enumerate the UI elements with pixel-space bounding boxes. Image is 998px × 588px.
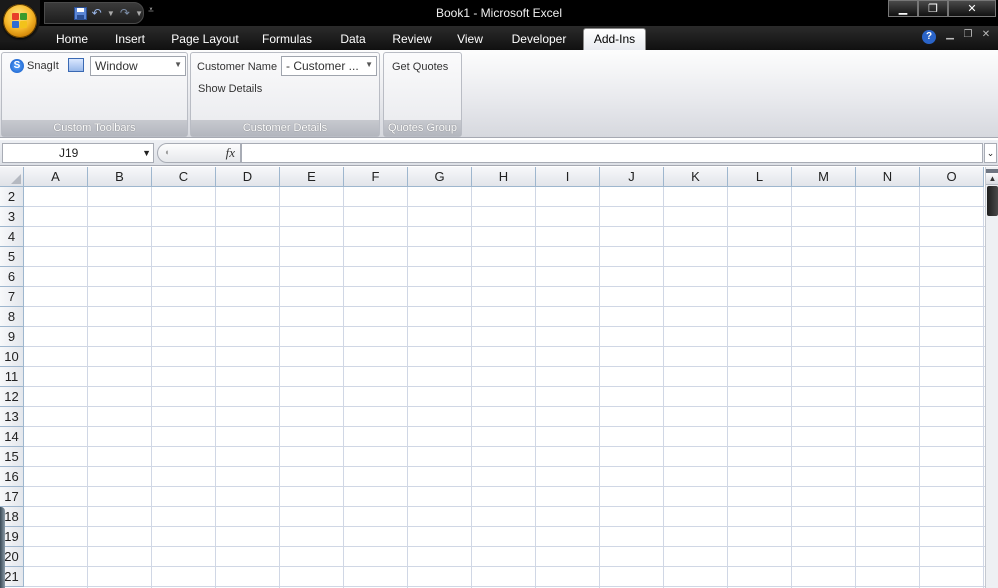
customer-combo[interactable]: - Customer ... ▼ [281, 56, 377, 76]
workbook-close-icon[interactable]: ✕ [978, 29, 994, 40]
row-header-9[interactable]: 9 [0, 327, 24, 347]
help-icon[interactable]: ? [922, 30, 936, 44]
chevron-down-icon: ▼ [174, 60, 182, 69]
group-customer-details: Customer Name - Customer ... ▼ Show Deta… [190, 52, 380, 137]
side-panel-handle[interactable] [0, 507, 5, 588]
window-combo[interactable]: Window ▼ [90, 56, 186, 76]
minimize-button[interactable]: ▁ [888, 0, 918, 17]
row-header-8[interactable]: 8 [0, 307, 24, 327]
get-quotes-button[interactable]: Get Quotes [392, 61, 448, 73]
column-header-o[interactable]: O [920, 167, 984, 187]
office-button[interactable] [3, 4, 37, 38]
show-details-button[interactable]: Show Details [198, 83, 262, 95]
customer-name-label: Customer Name [197, 61, 278, 73]
column-header-n[interactable]: N [856, 167, 920, 187]
group-custom-toolbars: S SnagIt Window ▼ Custom Toolbars [1, 52, 188, 137]
tab-review[interactable]: Review [386, 31, 438, 50]
column-header-h[interactable]: H [472, 167, 536, 187]
column-header-j[interactable]: J [600, 167, 664, 187]
formula-input[interactable] [241, 143, 983, 163]
row-header-15[interactable]: 15 [0, 447, 24, 467]
close-button[interactable]: ✕ [948, 0, 996, 17]
resize-grip-icon[interactable]: ◖ [164, 147, 172, 159]
worksheet: ABCDEFGHIJKLMNO 2 3 4 5 6 7 8 9 10 11 12 13 14 15 16 17… [0, 167, 985, 588]
capture-icon[interactable] [68, 58, 84, 72]
chevron-down-icon[interactable]: ▼ [142, 144, 151, 162]
title-bar: ↶ ▼ ↷ ▼ ⩡ Book1 - Microsoft Excel ▁ ❐ ✕ [0, 0, 998, 26]
ribbon-tab-bar: Home Insert Page Layout Formulas Data Re… [0, 26, 998, 50]
row-header-3[interactable]: 3 [0, 207, 24, 227]
row-header-10[interactable]: 10 [0, 347, 24, 367]
tab-page-layout[interactable]: Page Layout [164, 31, 246, 50]
row-header-11[interactable]: 11 [0, 367, 24, 387]
formula-bar: J19 ▼ ◖ fx ⌄ [0, 140, 998, 166]
column-header-d[interactable]: D [216, 167, 280, 187]
restore-button[interactable]: ❐ [918, 0, 948, 17]
tab-insert[interactable]: Insert [106, 31, 154, 50]
expand-formula-bar-icon[interactable]: ⌄ [984, 143, 997, 163]
cell-grid[interactable] [24, 187, 985, 588]
name-box[interactable]: J19 ▼ [2, 143, 154, 163]
column-header-l[interactable]: L [728, 167, 792, 187]
group-label: Quotes Group [384, 120, 461, 136]
tab-add-ins[interactable]: Add-Ins [583, 28, 646, 50]
row-header-16[interactable]: 16 [0, 467, 24, 487]
scroll-up-icon[interactable]: ▲ [986, 173, 998, 185]
column-header-i[interactable]: I [536, 167, 600, 187]
column-header-g[interactable]: G [408, 167, 472, 187]
scroll-thumb[interactable] [987, 186, 998, 216]
row-header-13[interactable]: 13 [0, 407, 24, 427]
row-header-17[interactable]: 17 [0, 487, 24, 507]
column-header-m[interactable]: M [792, 167, 856, 187]
column-header-c[interactable]: C [152, 167, 216, 187]
group-quotes: Get Quotes Quotes Group [383, 52, 462, 137]
vertical-scrollbar[interactable]: ▲ [985, 167, 998, 588]
column-header-f[interactable]: F [344, 167, 408, 187]
tab-developer[interactable]: Developer [505, 31, 573, 50]
row-header-14[interactable]: 14 [0, 427, 24, 447]
column-header-k[interactable]: K [664, 167, 728, 187]
formula-tools: ◖ fx [157, 143, 241, 163]
tab-formulas[interactable]: Formulas [256, 31, 318, 50]
row-header-4[interactable]: 4 [0, 227, 24, 247]
chevron-down-icon: ▼ [365, 60, 373, 69]
row-header-12[interactable]: 12 [0, 387, 24, 407]
tab-home[interactable]: Home [48, 31, 96, 50]
office-logo-icon [12, 13, 28, 29]
row-header-7[interactable]: 7 [0, 287, 24, 307]
window-controls: ▁ ❐ ✕ [888, 0, 996, 17]
row-header-2[interactable]: 2 [0, 187, 24, 207]
insert-function-button[interactable]: fx [226, 145, 235, 161]
column-header-a[interactable]: A [24, 167, 88, 187]
column-header-e[interactable]: E [280, 167, 344, 187]
column-header-b[interactable]: B [88, 167, 152, 187]
snagit-icon[interactable]: S [10, 59, 24, 73]
row-header-6[interactable]: 6 [0, 267, 24, 287]
tab-data[interactable]: Data [332, 31, 374, 50]
row-header-5[interactable]: 5 [0, 247, 24, 267]
group-label: Customer Details [191, 120, 379, 136]
snagit-button[interactable]: SnagIt [27, 60, 59, 72]
tab-view[interactable]: View [450, 31, 490, 50]
workbook-restore-icon[interactable]: ❐ [960, 29, 976, 40]
group-label: Custom Toolbars [2, 120, 187, 136]
select-all-button[interactable] [0, 167, 24, 187]
workbook-minimize-icon[interactable]: ▁ [942, 29, 958, 40]
window-title: Book1 - Microsoft Excel [435, 6, 563, 20]
ribbon: S SnagIt Window ▼ Custom Toolbars Custom… [0, 50, 998, 138]
